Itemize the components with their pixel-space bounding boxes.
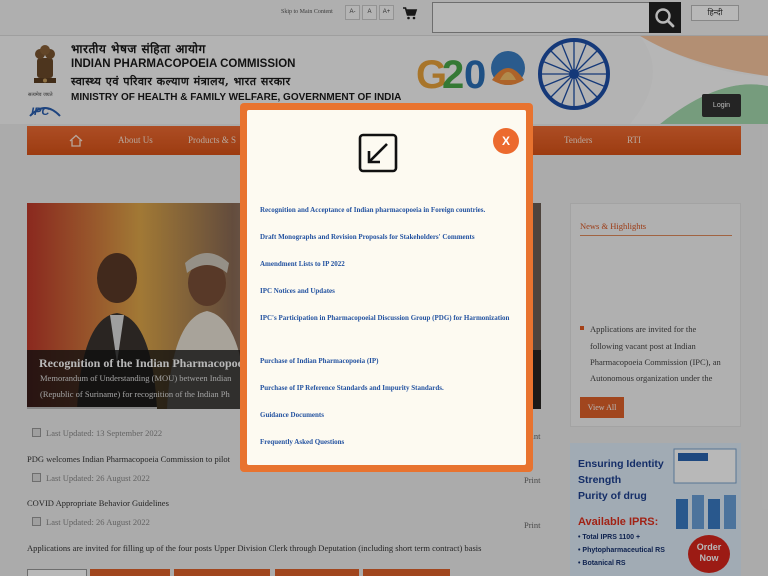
modal-link[interactable]: Frequently Asked Questions bbox=[260, 434, 513, 450]
close-button[interactable]: X bbox=[493, 128, 519, 154]
modal-link[interactable]: Purchase of IP Reference Standards and I… bbox=[260, 380, 513, 396]
modal-link[interactable]: Draft Monographs and Revision Proposals … bbox=[260, 229, 513, 245]
modal-link[interactable]: Purchase of Indian Pharmacopoeia (IP) bbox=[260, 353, 513, 369]
modal-link[interactable]: IPC Notices and Updates bbox=[260, 283, 513, 299]
modal-link[interactable]: Guidance Documents bbox=[260, 407, 513, 423]
modal-link[interactable]: Amendment Lists to IP 2022 bbox=[260, 256, 513, 272]
minimize-window-icon[interactable] bbox=[358, 133, 398, 173]
modal-link[interactable]: IPC's Participation in Pharmacopoeial Di… bbox=[260, 310, 513, 326]
modal-link[interactable]: Recognition and Acceptance of Indian pha… bbox=[260, 202, 513, 218]
quick-links-modal: X Recognition and Acceptance of Indian p… bbox=[240, 103, 533, 472]
modal-content: X Recognition and Acceptance of Indian p… bbox=[247, 110, 526, 465]
